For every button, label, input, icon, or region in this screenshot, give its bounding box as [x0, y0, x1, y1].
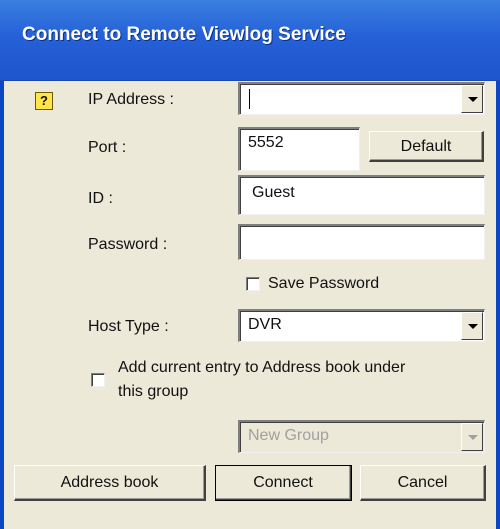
- address-book-group-select: New Group: [238, 420, 485, 453]
- ip-address-combobox[interactable]: [238, 82, 485, 115]
- host-type-label: Host Type :: [88, 318, 169, 335]
- host-type-dropdown-button[interactable]: [461, 312, 483, 340]
- address-book-button[interactable]: Address book: [14, 465, 206, 501]
- id-input[interactable]: Guest: [238, 175, 485, 215]
- help-icon[interactable]: ?: [35, 92, 53, 110]
- address-book-group-value: New Group: [248, 427, 329, 444]
- text-caret: [249, 89, 250, 109]
- ip-address-label: IP Address :: [88, 91, 174, 108]
- password-label: Password :: [88, 236, 168, 253]
- password-input[interactable]: [238, 224, 485, 260]
- address-book-button-label: Address book: [60, 474, 159, 491]
- save-password-label[interactable]: Save Password: [268, 275, 379, 293]
- window-title: Connect to Remote Viewlog Service: [22, 24, 346, 45]
- id-label: ID :: [88, 190, 113, 207]
- host-type-select[interactable]: DVR: [238, 309, 485, 342]
- connect-button-label: Connect: [253, 474, 313, 491]
- cancel-button-label: Cancel: [397, 474, 448, 491]
- add-to-address-book-label-line2[interactable]: this group: [118, 383, 188, 401]
- title-bar[interactable]: Connect to Remote Viewlog Service: [0, 0, 500, 81]
- default-button-label: Default: [400, 138, 452, 155]
- host-type-value: DVR: [248, 316, 282, 333]
- default-port-button[interactable]: Default: [369, 131, 484, 162]
- add-to-address-book-checkbox[interactable]: [91, 373, 105, 387]
- port-value: 5552: [248, 134, 284, 151]
- group-dropdown-button: [461, 423, 483, 451]
- cancel-button[interactable]: Cancel: [360, 465, 486, 501]
- port-input[interactable]: 5552: [238, 127, 360, 171]
- add-to-address-book-label-line1[interactable]: Add current entry to Address book under: [118, 359, 405, 377]
- id-value: Guest: [252, 184, 295, 201]
- ip-address-dropdown-button[interactable]: [461, 85, 483, 113]
- save-password-checkbox[interactable]: [246, 277, 260, 291]
- connect-button[interactable]: Connect: [215, 465, 352, 501]
- port-label: Port :: [88, 139, 127, 156]
